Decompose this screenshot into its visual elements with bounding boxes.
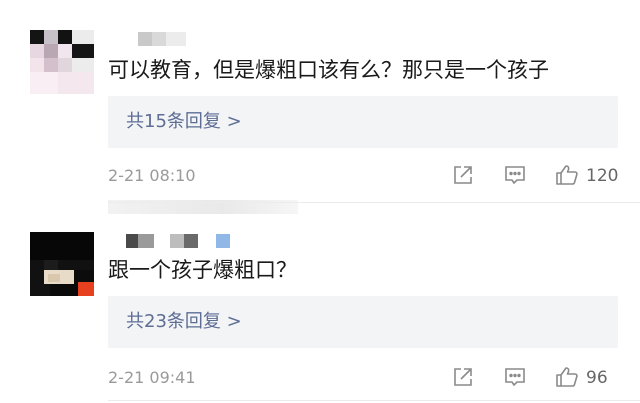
avatar[interactable] [30,30,94,94]
like-count[interactable]: 120 [586,165,618,187]
comment-icon[interactable] [502,364,528,390]
comment-divider [108,202,640,203]
comment-item: 可以教育，但是爆粗口该有么？那只是一个孩子 共15条回复 > 2-21 08:1… [0,0,640,200]
view-replies-link[interactable]: 共15条回复 > [126,108,242,136]
comment-footer: 2-21 09:41 96 [108,364,618,392]
comment-item: 跟一个孩子爆粗口？ 共23条回复 > 2-21 09:41 96 [0,210,640,403]
avatar[interactable] [30,232,94,296]
thumbs-up-icon[interactable] [554,162,580,188]
replies-box: 共15条回复 > [108,96,618,148]
comment-timestamp: 2-21 09:41 [108,368,196,387]
share-icon[interactable] [450,162,476,188]
comment-footer: 2-21 08:10 120 [108,162,618,190]
like-count[interactable]: 96 [586,367,608,389]
share-icon[interactable] [450,364,476,390]
comment-icon[interactable] [502,162,528,188]
comment-text: 跟一个孩子爆粗口？ [108,258,297,282]
replies-box: 共23条回复 > [108,296,618,348]
thumbs-up-icon[interactable] [554,364,580,390]
comment-timestamp: 2-21 08:10 [108,166,196,185]
comment-divider [108,400,640,401]
view-replies-link[interactable]: 共23条回复 > [126,308,242,336]
comment-text: 可以教育，但是爆粗口该有么？那只是一个孩子 [108,58,549,82]
